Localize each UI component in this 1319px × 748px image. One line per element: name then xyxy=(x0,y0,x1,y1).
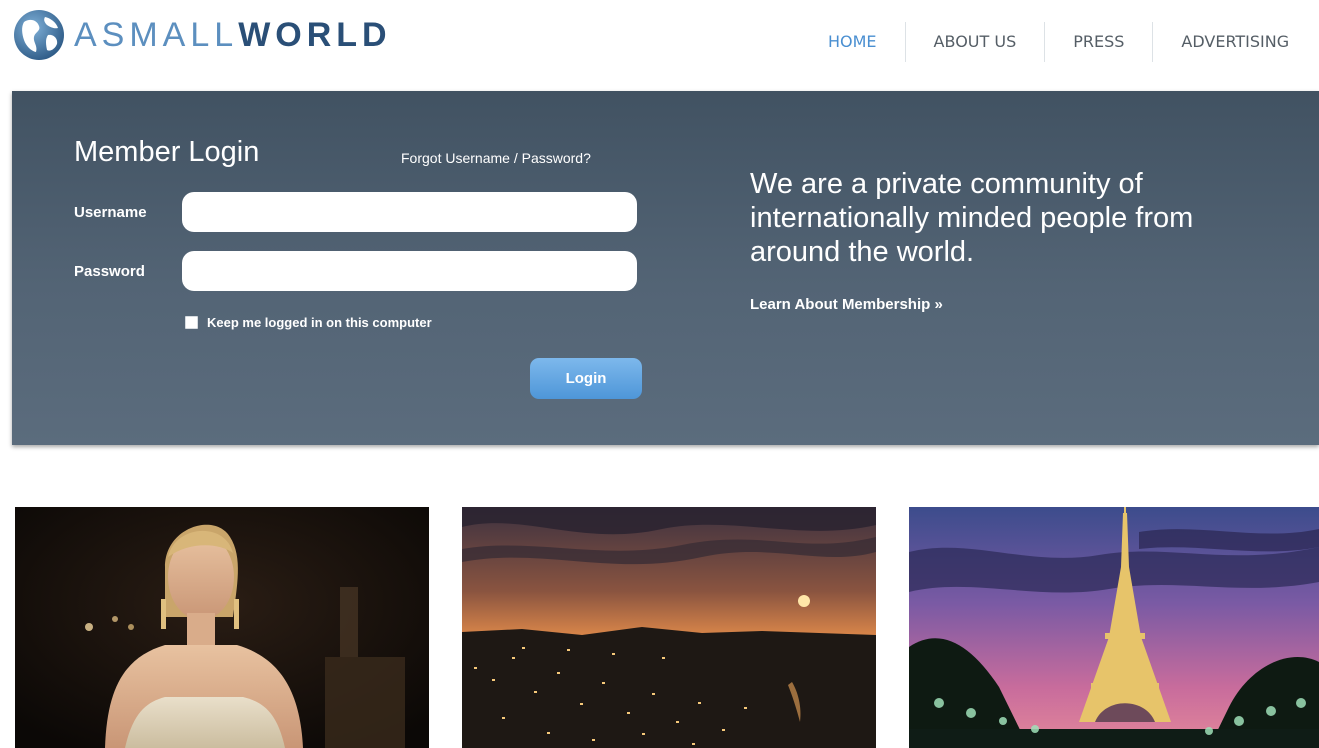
remember-me-checkbox[interactable] xyxy=(185,316,198,329)
coastal-city-sunset-photo xyxy=(462,507,876,748)
forgot-credentials-link[interactable]: Forgot Username / Password? xyxy=(401,150,591,166)
login-title: Member Login xyxy=(74,136,260,168)
community-tagline: We are a private community of internatio… xyxy=(750,168,1194,268)
password-label: Password xyxy=(74,263,145,280)
eiffel-tower-dusk-photo xyxy=(909,507,1319,748)
username-label: Username xyxy=(74,204,147,221)
nav-home[interactable]: HOME xyxy=(808,22,905,62)
login-panel: Member Login Forgot Username / Password?… xyxy=(12,91,1319,445)
page: ASMALLWORLD HOME ABOUT US PRESS ADVERTIS… xyxy=(0,0,1319,748)
top-navigation: HOME ABOUT US PRESS ADVERTISING xyxy=(808,22,1317,62)
site-header: ASMALLWORLD HOME ABOUT US PRESS ADVERTIS… xyxy=(0,0,1319,90)
login-button[interactable]: Login xyxy=(530,358,642,399)
remember-me-label: Keep me logged in on this computer xyxy=(207,315,432,330)
learn-membership-link[interactable]: Learn About Membership » xyxy=(750,296,943,313)
logo-text-light: ASMALL xyxy=(74,16,239,54)
username-input[interactable] xyxy=(182,192,637,232)
site-logo[interactable]: ASMALLWORLD xyxy=(12,8,392,62)
woman-portrait-photo xyxy=(15,507,429,748)
globe-icon xyxy=(14,10,64,60)
nav-press[interactable]: PRESS xyxy=(1044,22,1152,62)
logo-text-bold: WORLD xyxy=(238,16,392,54)
remember-me-row[interactable]: Keep me logged in on this computer xyxy=(185,315,432,330)
password-input[interactable] xyxy=(182,251,637,291)
logo-wordmark: ASMALLWORLD xyxy=(74,18,392,52)
nav-about-us[interactable]: ABOUT US xyxy=(904,22,1045,62)
nav-advertising[interactable]: ADVERTISING xyxy=(1152,22,1317,62)
